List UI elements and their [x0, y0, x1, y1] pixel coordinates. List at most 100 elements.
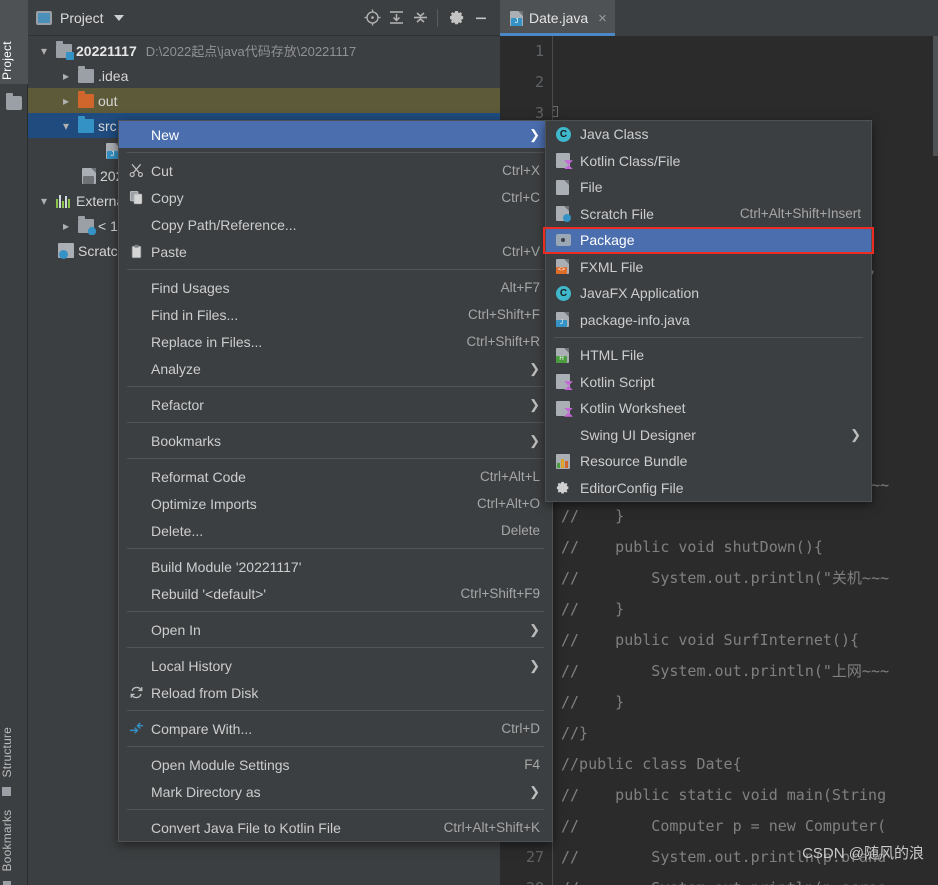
menu-item-rebuild[interactable]: Rebuild '<default>' Ctrl+Shift+F9	[119, 580, 552, 607]
submenu-item-html-file[interactable]: H HTML File	[546, 342, 871, 369]
chevron-right-icon[interactable]	[58, 219, 74, 233]
menu-item-find-usages[interactable]: Find Usages Alt+F7	[119, 274, 552, 301]
locate-icon[interactable]	[361, 7, 383, 29]
libraries-icon	[56, 194, 72, 208]
menu-item-open-in[interactable]: Open In ❯	[119, 616, 552, 643]
chevron-right-icon: ❯	[529, 621, 540, 637]
menu-label: Delete...	[151, 522, 204, 539]
submenu-label: package-info.java	[580, 311, 690, 328]
minimize-icon[interactable]	[470, 7, 492, 29]
menu-item-convert-java-to-kotlin[interactable]: Convert Java File to Kotlin File Ctrl+Al…	[119, 814, 552, 841]
collapse-all-icon[interactable]	[409, 7, 431, 29]
javafx-app-icon: C	[556, 285, 580, 301]
menu-shortcut: Ctrl+Alt+Shift+K	[443, 820, 540, 835]
menu-item-refactor[interactable]: Refactor ❯	[119, 391, 552, 418]
menu-item-copy[interactable]: Copy Ctrl+C	[119, 184, 552, 211]
copy-icon	[129, 190, 151, 205]
menu-item-reformat-code[interactable]: Reformat Code Ctrl+Alt+L	[119, 463, 552, 490]
submenu-item-kotlin-class-file[interactable]: Kotlin Class/File	[546, 148, 871, 175]
menu-item-new[interactable]: New ❯	[119, 121, 552, 148]
chevron-right-icon[interactable]	[58, 69, 74, 83]
close-icon[interactable]: ×	[598, 10, 607, 27]
menu-label: Reload from Disk	[151, 684, 259, 701]
menu-item-local-history[interactable]: Local History ❯	[119, 652, 552, 679]
tool-window-label-project: Project	[0, 41, 14, 80]
tool-window-button-bookmarks[interactable]: Bookmarks	[0, 795, 28, 885]
tree-row-idea[interactable]: .idea	[28, 63, 500, 88]
chevron-down-icon[interactable]	[113, 14, 124, 21]
fxml-file-icon: <>	[556, 259, 580, 275]
tree-row-module[interactable]: 20221117 D:\2022起点\java代码存放\20221117	[28, 38, 500, 63]
menu-label: Find in Files...	[151, 306, 239, 323]
tool-window-button-structure[interactable]: Structure	[0, 690, 28, 800]
tree-row-out[interactable]: out	[28, 88, 500, 113]
menu-label: Open Module Settings	[151, 756, 290, 773]
submenu-item-fxml-file[interactable]: <> FXML File	[546, 254, 871, 281]
kotlin-script-icon	[556, 374, 580, 390]
submenu-item-kotlin-script[interactable]: Kotlin Script	[546, 369, 871, 396]
gear-icon[interactable]	[446, 7, 468, 29]
menu-label: Refactor	[151, 396, 204, 413]
submenu-item-scratch-file[interactable]: Scratch File Ctrl+Alt+Shift+Insert	[546, 201, 871, 228]
menu-shortcut: F4	[524, 757, 540, 772]
line-number: 2	[534, 73, 544, 91]
code-line: // Computer p = new Computer(	[561, 817, 887, 835]
submenu-item-javafx-application[interactable]: C JavaFX Application	[546, 280, 871, 307]
submenu-shortcut: Ctrl+Alt+Shift+Insert	[739, 206, 861, 222]
menu-item-delete[interactable]: Delete... Delete	[119, 517, 552, 544]
tool-window-label-bookmarks: Bookmarks	[0, 809, 14, 872]
chevron-right-icon: ❯	[850, 426, 861, 442]
menu-item-build-module[interactable]: Build Module '20221117'	[119, 553, 552, 580]
menu-item-paste[interactable]: Paste Ctrl+V	[119, 238, 552, 265]
menu-item-reload-from-disk[interactable]: Reload from Disk	[119, 679, 552, 706]
code-line: // public void shutDown(){	[561, 538, 823, 556]
menu-label: Rebuild '<default>'	[151, 585, 267, 602]
menu-separator	[127, 710, 544, 711]
code-line: // System.out.println("上网~~~	[561, 662, 890, 680]
menu-item-bookmarks[interactable]: Bookmarks ❯	[119, 427, 552, 454]
new-submenu: C Java Class Kotlin Class/File File Scra…	[545, 120, 872, 502]
menu-item-replace-in-files[interactable]: Replace in Files... Ctrl+Shift+R	[119, 328, 552, 355]
submenu-item-package-info-java[interactable]: J package-info.java	[546, 307, 871, 334]
menu-item-copy-path-reference[interactable]: Copy Path/Reference...	[119, 211, 552, 238]
menu-item-compare-with[interactable]: Compare With... Ctrl+D	[119, 715, 552, 742]
folder-orange-icon	[78, 90, 94, 108]
tree-label-src: src	[98, 117, 117, 134]
code-line: // }	[561, 507, 625, 525]
menu-separator	[127, 611, 544, 612]
menu-label: Compare With...	[151, 720, 253, 737]
menu-item-find-in-files[interactable]: Find in Files... Ctrl+Shift+F	[119, 301, 552, 328]
tool-window-label-structure: Structure	[0, 726, 14, 778]
submenu-label: File	[580, 179, 603, 196]
package-info-icon: J	[556, 312, 580, 328]
chevron-down-icon[interactable]	[58, 119, 74, 133]
submenu-item-swing-ui-designer[interactable]: Swing UI Designer ❯	[546, 422, 871, 449]
fold-icon[interactable]: −	[553, 106, 558, 117]
menu-item-cut[interactable]: Cut Ctrl+X	[119, 157, 552, 184]
menu-item-analyze[interactable]: Analyze ❯	[119, 355, 552, 382]
clipboard-icon	[129, 244, 151, 259]
submenu-item-java-class[interactable]: C Java Class	[546, 121, 871, 148]
chevron-right-icon[interactable]	[58, 94, 74, 108]
code-line: //public class Date{	[561, 755, 742, 773]
menu-shortcut: Ctrl+V	[502, 244, 540, 259]
project-panel-title: Project	[60, 9, 104, 26]
expand-all-icon[interactable]	[385, 7, 407, 29]
chevron-down-icon[interactable]	[36, 194, 52, 208]
submenu-item-editorconfig-file[interactable]: EditorConfig File	[546, 475, 871, 502]
editor-scrollbar[interactable]	[933, 36, 938, 156]
tool-window-button-project[interactable]: Project	[0, 0, 28, 84]
chevron-down-icon[interactable]	[36, 44, 52, 58]
submenu-item-file[interactable]: File	[546, 174, 871, 201]
submenu-item-kotlin-worksheet[interactable]: Kotlin Worksheet	[546, 395, 871, 422]
tab-date-java[interactable]: J Date.java ×	[500, 0, 615, 36]
menu-item-mark-directory-as[interactable]: Mark Directory as ❯	[119, 778, 552, 805]
submenu-item-package[interactable]: Package	[546, 227, 871, 254]
menu-item-optimize-imports[interactable]: Optimize Imports Ctrl+Alt+O	[119, 490, 552, 517]
submenu-item-resource-bundle[interactable]: Resource Bundle	[546, 448, 871, 475]
menu-label: Replace in Files...	[151, 333, 263, 350]
project-panel-header: Project	[28, 0, 500, 36]
menu-label: Build Module '20221117'	[151, 558, 302, 575]
menu-item-open-module-settings[interactable]: Open Module Settings F4	[119, 751, 552, 778]
